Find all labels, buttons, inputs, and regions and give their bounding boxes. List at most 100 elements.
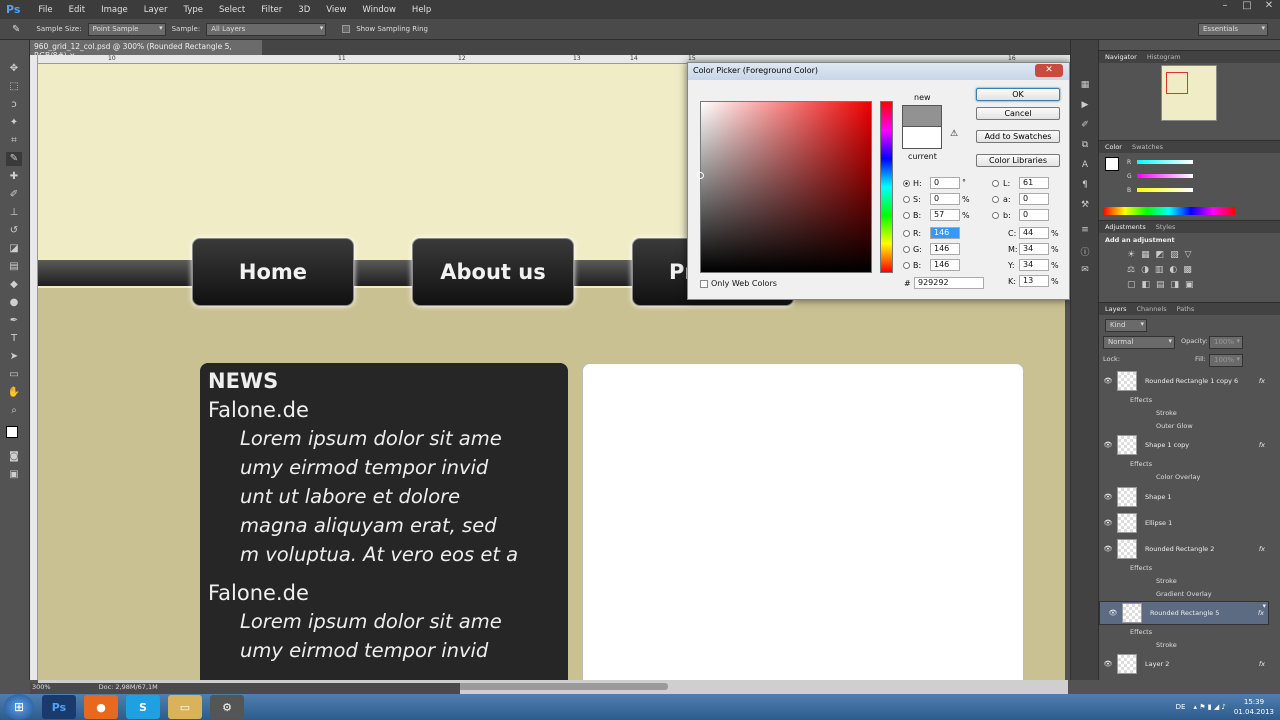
history-brush-tool-icon[interactable]: ↺ [6, 224, 22, 238]
visibility-eye-icon[interactable]: 👁 [1104, 609, 1122, 617]
dodge-tool-icon[interactable]: ● [6, 296, 22, 310]
sample-select[interactable]: All Layers [206, 22, 327, 36]
menu-3d[interactable]: 3D [290, 5, 318, 15]
layer-fx-icon[interactable]: fx [1259, 441, 1265, 449]
sampling-ring-checkbox[interactable] [342, 25, 351, 33]
maximize-icon[interactable]: □ [1236, 0, 1258, 14]
blue-radio[interactable] [903, 262, 910, 269]
hue-field[interactable]: 0 [930, 177, 960, 189]
lab-b-field[interactable]: 0 [1019, 209, 1049, 221]
quick-mask-icon[interactable]: ◙ [6, 450, 22, 464]
web-colors-checkbox[interactable] [700, 280, 708, 288]
tab-layers[interactable]: Layers [1105, 305, 1127, 313]
gradient-tool-icon[interactable]: ▤ [6, 260, 22, 274]
menu-window[interactable]: Window [354, 5, 404, 15]
tab-color[interactable]: Color [1105, 143, 1122, 151]
layer-row[interactable]: 👁 Shape 1 copy fx [1099, 433, 1269, 457]
actions-icon[interactable]: ▶ [1079, 100, 1091, 112]
eraser-tool-icon[interactable]: ◪ [6, 242, 22, 256]
layer-row[interactable]: 👁 Shape 1 [1099, 485, 1269, 509]
quick-select-tool-icon[interactable]: ✦ [6, 116, 22, 130]
visibility-eye-icon[interactable]: 👁 [1099, 660, 1117, 668]
red-slider[interactable] [1137, 160, 1193, 164]
fill-field[interactable]: 100% [1209, 354, 1243, 367]
zoom-tool-icon[interactable]: ⌕ [6, 404, 22, 418]
language-indicator[interactable]: DE [1176, 703, 1186, 711]
info-icon[interactable]: ⓘ [1079, 245, 1091, 258]
taskbar-explorer-icon[interactable]: ▭ [168, 695, 202, 719]
ok-button[interactable]: OK [976, 88, 1060, 101]
menu-image[interactable]: Image [93, 5, 136, 15]
add-to-swatches-button[interactable]: Add to Swatches [976, 130, 1060, 143]
eyedropper-icon[interactable]: ✎ [12, 24, 20, 35]
healing-tool-icon[interactable]: ✚ [6, 170, 22, 184]
shape-tool-icon[interactable]: ▭ [6, 368, 22, 382]
clock[interactable]: 15:39 01.04.2013 [1234, 697, 1274, 717]
layer-filter-kind[interactable]: Kind [1105, 319, 1147, 332]
screen-mode-icon[interactable]: ▣ [6, 468, 22, 482]
lab-a-field[interactable]: 0 [1019, 193, 1049, 205]
dialog-close-icon[interactable]: ✕ [1035, 64, 1063, 77]
move-tool-icon[interactable]: ✥ [6, 62, 22, 76]
color-libraries-button[interactable]: Color Libraries [976, 154, 1060, 167]
menu-view[interactable]: View [318, 5, 354, 15]
visibility-eye-icon[interactable]: 👁 [1099, 545, 1117, 553]
tray-icons[interactable]: ▴ ⚑ ▮ ◢ ♪ [1194, 703, 1226, 711]
layer-fx-icon[interactable]: fx [1259, 545, 1265, 553]
gamut-warning-icon[interactable]: ⚠ [950, 129, 958, 139]
foreground-color-swatch[interactable] [6, 426, 18, 438]
cancel-button[interactable]: Cancel [976, 107, 1060, 120]
brush-tool-icon[interactable]: ✐ [6, 188, 22, 202]
tab-navigator[interactable]: Navigator [1105, 53, 1137, 61]
lab-b-radio[interactable] [992, 212, 999, 219]
pen-tool-icon[interactable]: ✒ [6, 314, 22, 328]
taskbar-photoshop[interactable]: Ps [42, 695, 76, 719]
green-field[interactable]: 146 [930, 243, 960, 255]
red-field[interactable]: 146 [930, 227, 960, 239]
path-select-tool-icon[interactable]: ➤ [6, 350, 22, 364]
notes-icon[interactable]: ✉ [1079, 265, 1091, 277]
brightness-radio[interactable] [903, 212, 910, 219]
menu-layer[interactable]: Layer [136, 5, 176, 15]
start-button[interactable]: ⊞ [4, 694, 34, 720]
hue-radio[interactable] [903, 180, 910, 187]
eyedropper-tool-icon[interactable]: ✎ [6, 152, 22, 166]
layer-fx-icon[interactable]: fx [1258, 609, 1264, 617]
type-tool-icon[interactable]: T [6, 332, 22, 346]
visibility-eye-icon[interactable]: 👁 [1099, 377, 1117, 385]
black-field[interactable]: 13 [1019, 275, 1049, 287]
menu-type[interactable]: Type [175, 5, 211, 15]
navigator-view-box[interactable] [1166, 72, 1188, 94]
paragraph-icon[interactable]: ¶ [1079, 180, 1091, 192]
visibility-eye-icon[interactable]: 👁 [1099, 493, 1117, 501]
saturation-brightness-field[interactable] [697, 101, 872, 273]
hex-field[interactable]: 929292 [914, 277, 984, 289]
blend-mode-select[interactable]: Normal [1103, 336, 1175, 349]
tab-histogram[interactable]: Histogram [1147, 53, 1181, 61]
layer-row[interactable]: 👁 Ellipse 1 [1099, 511, 1269, 535]
saturation-radio[interactable] [903, 196, 910, 203]
layer-row[interactable]: 👁 Rounded Rectangle 1 copy 6 fx [1099, 369, 1269, 393]
lasso-tool-icon[interactable]: ↄ [6, 98, 22, 112]
taskbar-firefox-icon[interactable]: ● [84, 695, 118, 719]
yellow-field[interactable]: 34 [1019, 259, 1049, 271]
color-marker[interactable] [697, 172, 704, 179]
layer-row[interactable]: 👁 Layer 2 fx [1099, 652, 1269, 676]
tab-styles[interactable]: Styles [1156, 223, 1176, 231]
sample-size-select[interactable]: Point Sample [87, 22, 166, 36]
layer-fx-icon[interactable]: fx [1259, 660, 1265, 668]
close-icon[interactable]: ✕ [1258, 0, 1280, 14]
dialog-titlebar[interactable]: Color Picker (Foreground Color) [688, 63, 1069, 80]
hand-tool-icon[interactable]: ✋ [6, 386, 22, 400]
document-tab[interactable]: 960_grid_12_col.psd @ 300% (Rounded Rect… [30, 40, 262, 60]
properties-icon[interactable]: ≡ [1079, 225, 1091, 237]
menu-select[interactable]: Select [211, 5, 253, 15]
color-ramp[interactable] [1103, 207, 1235, 215]
cyan-field[interactable]: 44 [1019, 227, 1049, 239]
hue-slider[interactable] [880, 101, 893, 273]
blue-field[interactable]: 146 [930, 259, 960, 271]
brightness-field[interactable]: 57 [930, 209, 960, 221]
zoom-level[interactable]: 300% [32, 683, 51, 694]
tab-channels[interactable]: Channels [1137, 305, 1167, 313]
opacity-field[interactable]: 100% [1209, 336, 1243, 349]
